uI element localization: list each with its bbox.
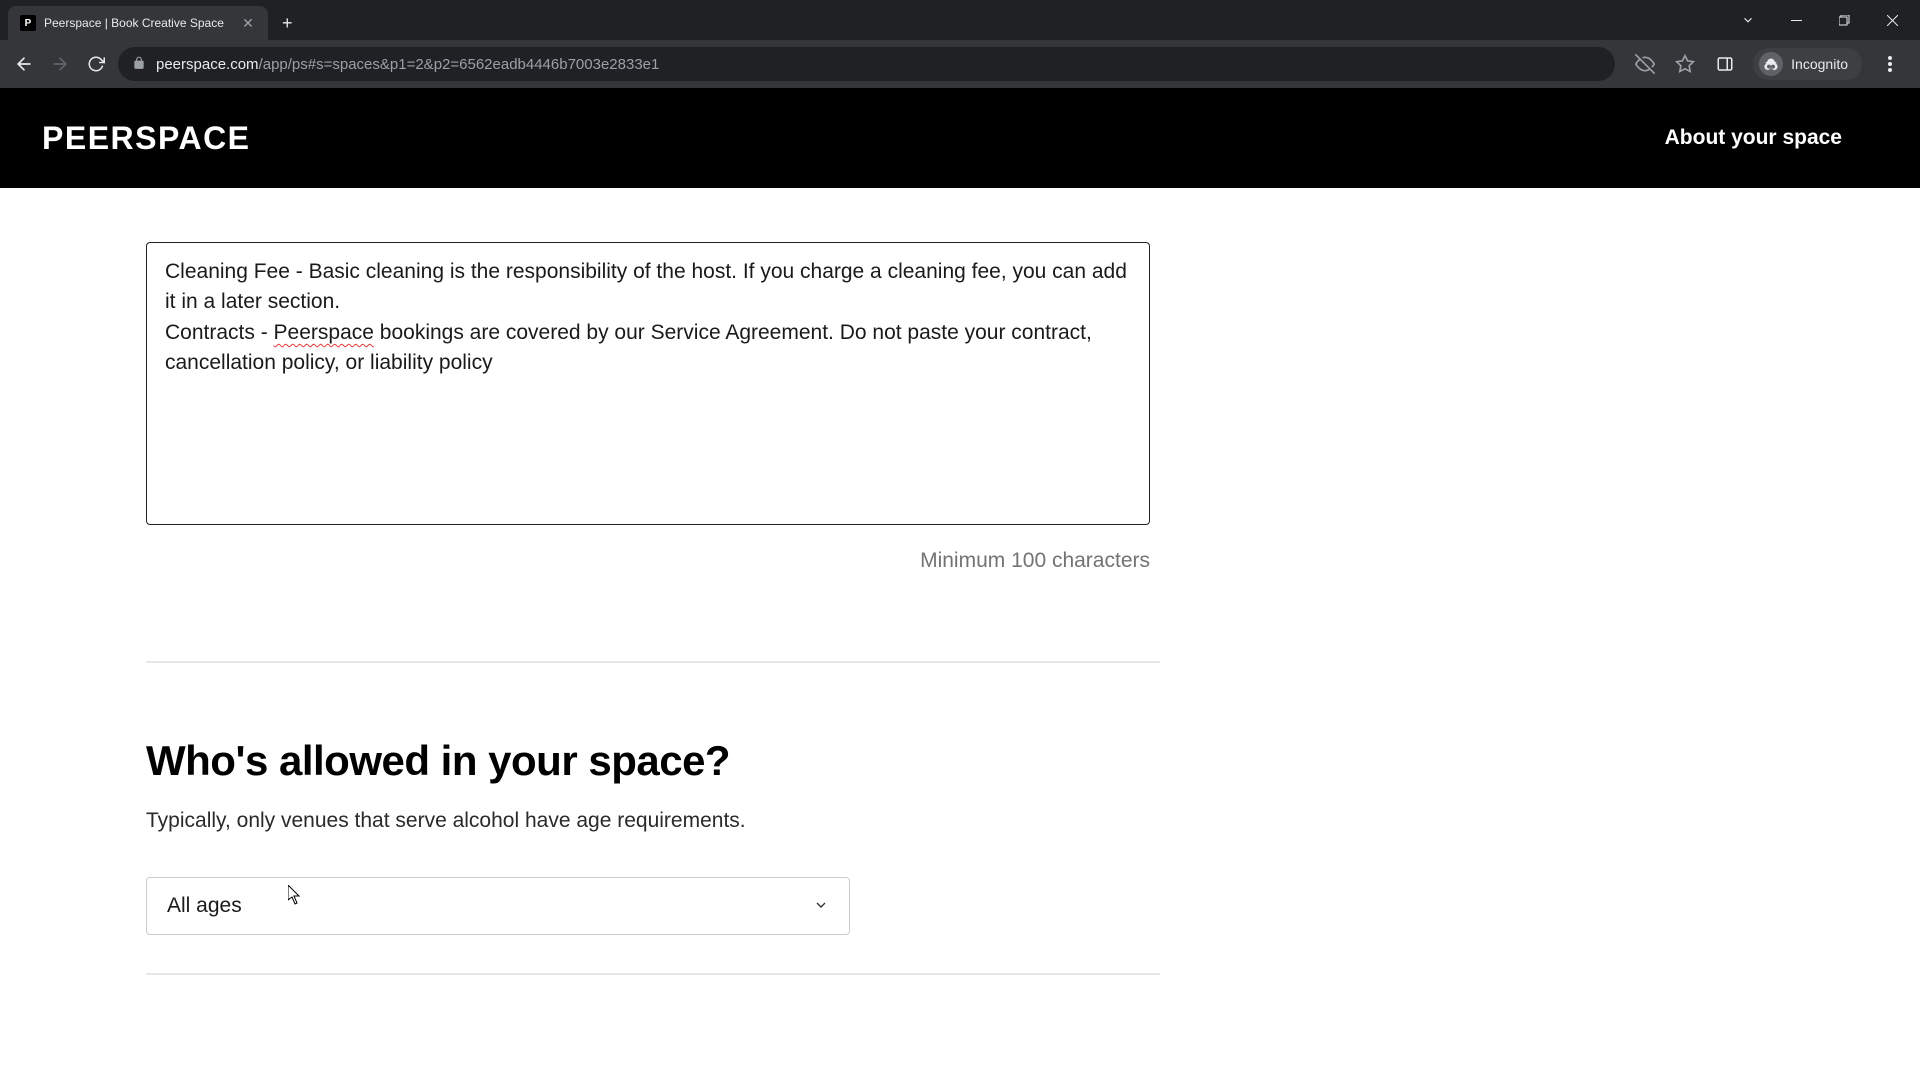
close-window-button[interactable] — [1870, 5, 1914, 35]
section-subtitle: Typically, only venues that serve alcoho… — [146, 809, 1156, 833]
tab-bar: P Peerspace | Book Creative Space ✕ + — [0, 0, 1920, 40]
tab-search-icon[interactable] — [1726, 5, 1770, 35]
close-icon[interactable]: ✕ — [240, 15, 256, 32]
favicon-letter: P — [25, 18, 32, 29]
back-button[interactable] — [10, 50, 38, 78]
browser-tab[interactable]: P Peerspace | Book Creative Space ✕ — [8, 6, 268, 40]
brand-logo[interactable]: PEERSPACE — [42, 120, 251, 157]
helper-text: Minimum 100 characters — [146, 549, 1150, 573]
eye-off-icon[interactable] — [1633, 52, 1657, 76]
kebab-menu-icon[interactable] — [1878, 52, 1902, 76]
forward-button[interactable] — [46, 50, 74, 78]
url-text: peerspace.com/app/ps#s=spaces&p1=2&p2=65… — [156, 56, 659, 73]
section-title: Who's allowed in your space? — [146, 737, 1156, 785]
address-bar: peerspace.com/app/ps#s=spaces&p1=2&p2=65… — [0, 40, 1920, 88]
site-header: PEERSPACE About your space — [0, 88, 1920, 188]
maximize-button[interactable] — [1822, 5, 1866, 35]
side-panel-icon[interactable] — [1713, 52, 1737, 76]
bookmark-star-icon[interactable] — [1673, 52, 1697, 76]
select-value: All ages — [167, 894, 242, 918]
lock-icon — [132, 56, 146, 73]
incognito-label: Incognito — [1791, 56, 1848, 72]
reload-button[interactable] — [82, 50, 110, 78]
rules-textarea[interactable]: Cleaning Fee - Basic cleaning is the res… — [146, 242, 1150, 525]
about-your-space-link[interactable]: About your space — [1665, 126, 1842, 150]
page-scroll-area[interactable]: PEERSPACE About your space Cleaning Fee … — [0, 88, 1920, 1080]
incognito-icon — [1759, 52, 1783, 76]
address-input[interactable]: peerspace.com/app/ps#s=spaces&p1=2&p2=65… — [118, 47, 1615, 81]
chevron-down-icon — [813, 897, 829, 916]
tab-favicon: P — [20, 15, 36, 31]
age-select[interactable]: All ages — [146, 877, 850, 935]
tab-title: Peerspace | Book Creative Space — [44, 16, 232, 30]
incognito-indicator[interactable]: Incognito — [1753, 48, 1862, 80]
window-controls — [1726, 5, 1920, 35]
section-divider — [146, 661, 1160, 663]
new-tab-button[interactable]: + — [282, 13, 293, 34]
minimize-button[interactable] — [1774, 5, 1818, 35]
